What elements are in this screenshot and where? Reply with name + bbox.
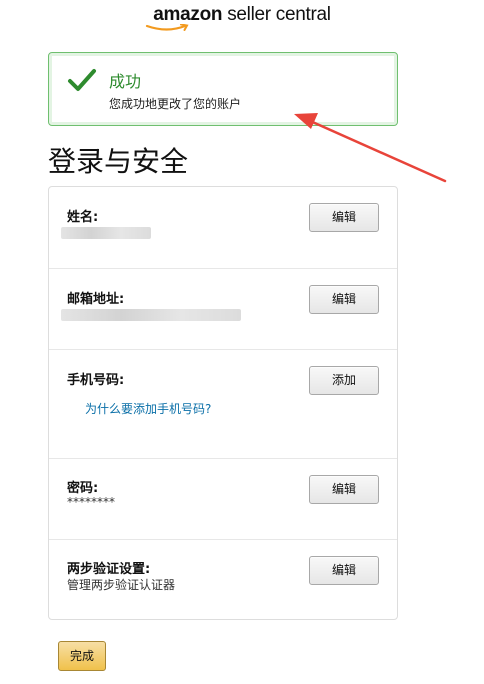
edit-email-button[interactable]: 编辑 bbox=[309, 285, 379, 314]
edit-name-button[interactable]: 编辑 bbox=[309, 203, 379, 232]
phone-row: 手机号码: 为什么要添加手机号码? 添加 bbox=[49, 349, 397, 459]
name-label: 姓名: bbox=[67, 210, 99, 225]
email-row: 邮箱地址: 编辑 bbox=[49, 268, 397, 350]
checkmark-icon bbox=[68, 69, 96, 91]
name-value-redacted bbox=[61, 227, 151, 239]
name-row: 姓名: 编辑 bbox=[49, 187, 397, 268]
logo-seller-central-text: seller central bbox=[222, 4, 331, 25]
logo-amazon-text: amazon bbox=[153, 4, 223, 25]
done-button[interactable]: 完成 bbox=[58, 641, 106, 671]
alert-title: 成功 bbox=[109, 72, 142, 91]
success-alert: 成功 您成功地更改了您的账户 bbox=[48, 52, 398, 126]
two-step-row: 两步验证设置: 管理两步验证认证器 编辑 bbox=[49, 539, 397, 620]
alert-message: 您成功地更改了您的账户 bbox=[109, 97, 242, 111]
smile-arrow-icon bbox=[145, 24, 189, 31]
login-security-card: 姓名: 编辑 邮箱地址: 编辑 手机号码: 为什么要添加手机号码? 添加 密码:… bbox=[48, 186, 398, 620]
page-title: 登录与安全 bbox=[48, 145, 189, 178]
two-step-label: 两步验证设置: bbox=[67, 562, 151, 577]
password-row: 密码: ******** 编辑 bbox=[49, 458, 397, 540]
add-phone-button[interactable]: 添加 bbox=[309, 366, 379, 395]
two-step-description: 管理两步验证认证器 bbox=[67, 578, 176, 592]
why-add-phone-link[interactable]: 为什么要添加手机号码? bbox=[85, 400, 211, 417]
amazon-seller-central-logo: amazon seller central bbox=[0, 4, 484, 31]
edit-two-step-button[interactable]: 编辑 bbox=[309, 556, 379, 585]
edit-password-button[interactable]: 编辑 bbox=[309, 475, 379, 504]
phone-label: 手机号码: bbox=[67, 373, 125, 388]
email-value-redacted bbox=[61, 309, 241, 321]
password-value: ******** bbox=[67, 495, 115, 509]
email-label: 邮箱地址: bbox=[67, 292, 125, 307]
password-label: 密码: bbox=[67, 481, 99, 496]
